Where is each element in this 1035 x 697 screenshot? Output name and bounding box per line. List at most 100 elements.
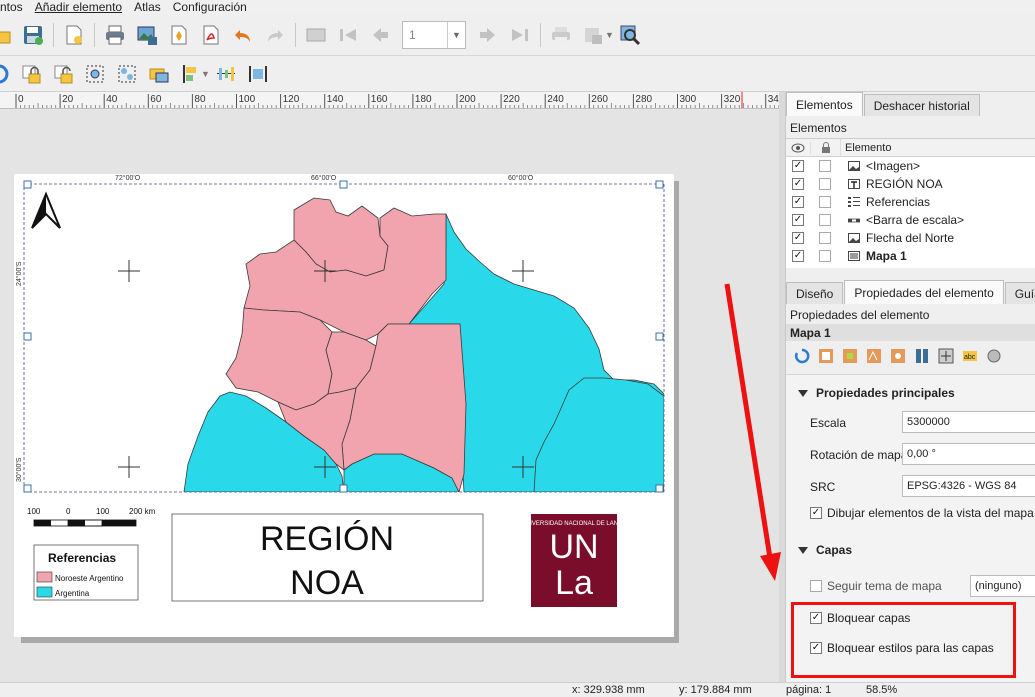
image-icon bbox=[848, 161, 860, 171]
menu-items[interactable]: ntos bbox=[0, 1, 23, 13]
bookmarks-icon[interactable] bbox=[912, 346, 932, 366]
item-lock-checkbox[interactable] bbox=[819, 214, 831, 226]
tab-item-properties[interactable]: Propiedades del elemento bbox=[844, 280, 1004, 304]
visibility-eye-icon[interactable] bbox=[786, 143, 810, 153]
map-composition: 72°00'O 66°00'O 60°00'O 24°00'S 30°00'S … bbox=[15, 174, 665, 607]
status-bar: x: 329.938 mm y: 179.884 mm página: 1 58… bbox=[0, 682, 1035, 697]
save-icon[interactable] bbox=[20, 22, 46, 48]
item-row-title[interactable]: ✓ REGIÓN NOA bbox=[786, 175, 1035, 193]
university-logo[interactable]: UNIVERSIDAD NACIONAL DE LANUS UN La bbox=[522, 514, 627, 607]
title-box[interactable]: REGIÓN NOA bbox=[171, 513, 484, 602]
tab-undo-history[interactable]: Deshacer historial bbox=[863, 94, 980, 116]
chevron-down-icon[interactable]: ▼ bbox=[605, 30, 614, 40]
open-folder-icon[interactable] bbox=[0, 22, 14, 48]
scale-bar[interactable]: 100 0 100 200 km bbox=[27, 507, 156, 527]
collapse-triangle-icon[interactable] bbox=[798, 546, 808, 554]
tab-elements[interactable]: Elementos bbox=[786, 92, 863, 116]
items-column-element[interactable]: Elemento bbox=[840, 138, 1035, 157]
item-row-image[interactable]: ✓ <Imagen> bbox=[786, 157, 1035, 175]
export-pdf-icon[interactable] bbox=[198, 22, 224, 48]
ruler-label: 160 bbox=[371, 94, 388, 105]
chevron-down-icon[interactable]: ▼ bbox=[201, 69, 210, 79]
draw-items-checkbox[interactable]: ✓ bbox=[810, 507, 822, 519]
export-svg-icon[interactable] bbox=[166, 22, 192, 48]
print-icon[interactable] bbox=[102, 22, 128, 48]
print-atlas-icon[interactable] bbox=[548, 22, 574, 48]
unlock-items-icon[interactable] bbox=[50, 61, 76, 87]
menu-atlas[interactable]: Atlas bbox=[134, 1, 161, 13]
group-main-properties[interactable]: Propiedades principales bbox=[798, 386, 955, 400]
item-visible-checkbox[interactable]: ✓ bbox=[792, 160, 804, 172]
item-lock-checkbox[interactable] bbox=[819, 250, 831, 262]
raise-items-icon[interactable] bbox=[146, 61, 172, 87]
rotation-input[interactable]: 0,00 ° bbox=[902, 443, 1035, 465]
tab-layout[interactable]: Diseño bbox=[786, 282, 844, 304]
items-list[interactable]: Elemento ✓ <Imagen> ✓ REGIÓN NOA ✓ Refer… bbox=[786, 138, 1035, 268]
chevron-down-icon[interactable]: ▼ bbox=[447, 21, 465, 48]
set-extent-icon[interactable] bbox=[816, 346, 836, 366]
resize-items-icon[interactable] bbox=[245, 61, 271, 87]
redo-icon[interactable] bbox=[262, 22, 288, 48]
atlas-preview-icon[interactable] bbox=[617, 22, 643, 48]
collapse-triangle-icon[interactable] bbox=[798, 389, 808, 397]
view-extent-icon[interactable] bbox=[840, 346, 860, 366]
lock-column-icon[interactable] bbox=[810, 141, 840, 154]
item-lock-checkbox[interactable] bbox=[819, 196, 831, 208]
view-scale-icon[interactable] bbox=[888, 346, 908, 366]
atlas-settings-icon[interactable] bbox=[303, 22, 329, 48]
menu-add-item[interactable]: Añadir elemento bbox=[35, 1, 122, 13]
item-row-legend[interactable]: ✓ Referencias bbox=[786, 193, 1035, 211]
tab-guides[interactable]: Guías bbox=[1004, 282, 1035, 304]
new-layout-icon[interactable] bbox=[61, 22, 87, 48]
text-icon bbox=[848, 179, 860, 189]
group-layers[interactable]: Capas bbox=[798, 543, 852, 557]
item-visible-checkbox[interactable]: ✓ bbox=[792, 196, 804, 208]
crs-selector[interactable]: EPSG:4326 - WGS 84 bbox=[902, 475, 1035, 497]
rotation-label: Rotación de mapa bbox=[810, 448, 908, 462]
items-tabbar: Elementos Deshacer historial bbox=[786, 92, 981, 116]
scale-label: Escala bbox=[810, 416, 847, 430]
item-row-north-arrow[interactable]: ✓ Flecha del Norte bbox=[786, 229, 1035, 247]
ruler-label: 140 bbox=[327, 94, 344, 105]
menu-settings[interactable]: Configuración bbox=[173, 1, 247, 13]
move-content-icon[interactable] bbox=[936, 346, 956, 366]
follow-theme-option[interactable]: Seguir tema de mapa bbox=[810, 579, 942, 593]
follow-theme-checkbox[interactable] bbox=[810, 580, 822, 592]
items-section-label: Elementos bbox=[790, 121, 847, 135]
item-lock-checkbox[interactable] bbox=[819, 160, 831, 172]
group-items-icon[interactable] bbox=[82, 61, 108, 87]
set-scale-icon[interactable] bbox=[864, 346, 884, 366]
item-lock-checkbox[interactable] bbox=[819, 232, 831, 244]
undo-icon[interactable] bbox=[230, 22, 256, 48]
scale-input[interactable]: 5300000 bbox=[902, 411, 1035, 433]
ungroup-items-icon[interactable] bbox=[114, 61, 140, 87]
next-feature-icon[interactable] bbox=[475, 22, 501, 48]
refresh-preview-icon[interactable] bbox=[792, 346, 812, 366]
last-feature-icon[interactable] bbox=[507, 22, 533, 48]
clipping-settings-icon[interactable] bbox=[984, 346, 1004, 366]
draw-items-option[interactable]: ✓ Dibujar elementos de la vista del mapa bbox=[810, 506, 1034, 520]
item-visible-checkbox[interactable]: ✓ bbox=[792, 232, 804, 244]
item-visible-checkbox[interactable]: ✓ bbox=[792, 178, 804, 190]
atlas-page-combobox[interactable]: 1 ▼ bbox=[402, 20, 466, 49]
refresh-icon[interactable] bbox=[0, 61, 12, 87]
map-theme-combobox[interactable]: (ninguno) bbox=[970, 575, 1035, 597]
lock-items-icon[interactable] bbox=[18, 61, 44, 87]
layout-page[interactable]: 72°00'O 66°00'O 60°00'O 24°00'S 30°00'S … bbox=[14, 174, 674, 637]
highlight-box bbox=[791, 602, 1016, 678]
export-image-icon[interactable] bbox=[134, 22, 160, 48]
legend-box[interactable]: Referencias Noroeste Argentino Argentina bbox=[33, 544, 139, 601]
item-lock-checkbox[interactable] bbox=[819, 178, 831, 190]
item-visible-checkbox[interactable]: ✓ bbox=[792, 214, 804, 226]
ruler-label: 240 bbox=[547, 94, 564, 105]
status-zoom[interactable]: 58.5% bbox=[866, 684, 897, 696]
item-row-scalebar[interactable]: ✓ <Barra de escala> bbox=[786, 211, 1035, 229]
previous-feature-icon[interactable] bbox=[367, 22, 393, 48]
item-row-map[interactable]: ✓ Mapa 1 bbox=[786, 247, 1035, 265]
export-atlas-icon[interactable] bbox=[580, 22, 606, 48]
item-visible-checkbox[interactable]: ✓ bbox=[792, 250, 804, 262]
first-feature-icon[interactable] bbox=[335, 22, 361, 48]
distribute-items-icon[interactable] bbox=[213, 61, 239, 87]
labeling-settings-icon[interactable]: abc bbox=[960, 346, 980, 366]
ruler-label: 20 bbox=[62, 94, 74, 105]
